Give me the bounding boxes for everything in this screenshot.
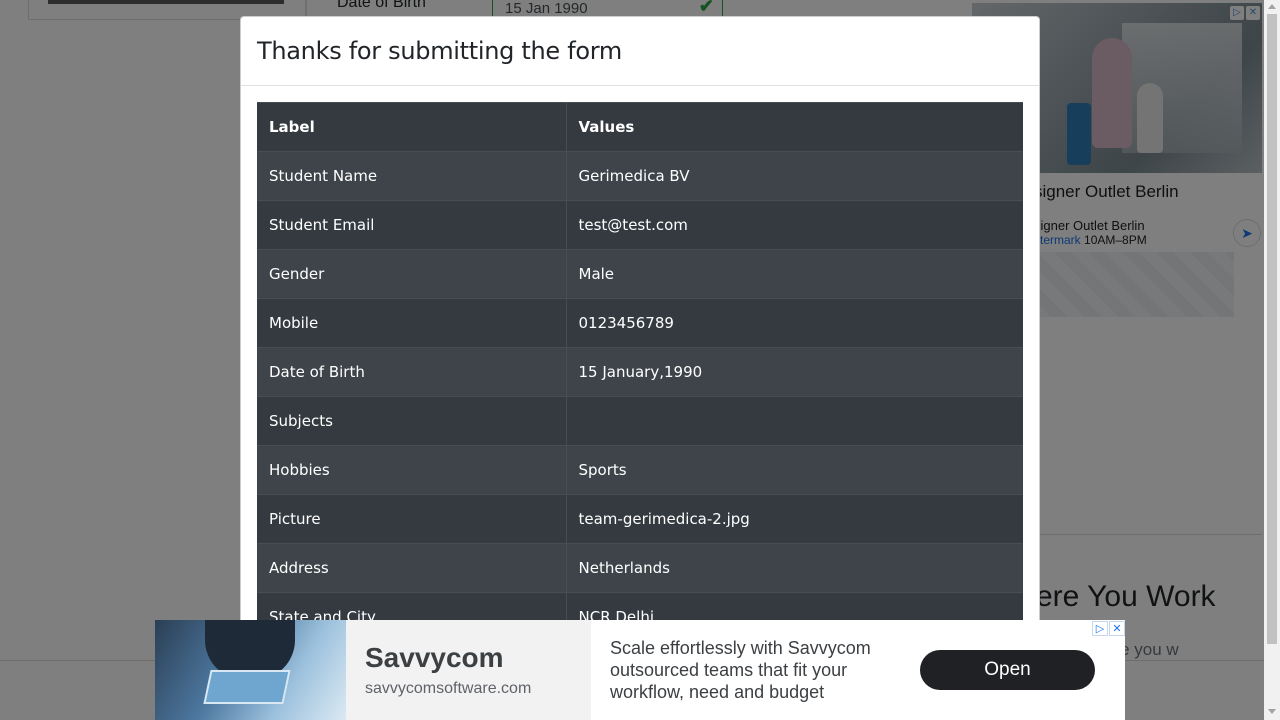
scroll-down-icon[interactable] (1268, 709, 1276, 714)
table-row: Subjects (257, 396, 1023, 446)
table-row: Student Name Gerimedica BV (257, 151, 1023, 201)
results-table: Label Values Student Name Gerimedica BV … (257, 102, 1023, 642)
row-label: Address (257, 543, 567, 593)
row-value: Gerimedica BV (566, 151, 1023, 201)
table-header-row: Label Values (257, 102, 1023, 152)
bottom-ad[interactable]: Savvycom savvycomsoftware.com Scale effo… (155, 620, 1125, 720)
scroll-thumb[interactable] (1267, 14, 1277, 644)
page-scrollbar[interactable] (1264, 0, 1280, 720)
row-label: Picture (257, 494, 567, 544)
row-value: 0123456789 (566, 298, 1023, 348)
ad-brand[interactable]: Savvycom (365, 642, 504, 674)
column-header-label: Label (257, 102, 567, 152)
row-value: Netherlands (566, 543, 1023, 593)
ad-open-button[interactable]: Open (920, 650, 1095, 690)
row-value: Sports (566, 445, 1023, 495)
row-value (566, 396, 1023, 446)
table-row: Date of Birth 15 January,1990 (257, 347, 1023, 397)
ad-choices-bottom[interactable]: ▷ ✕ (1092, 621, 1125, 636)
ad-image (155, 620, 346, 720)
table-row: Hobbies Sports (257, 445, 1023, 495)
row-value: 15 January,1990 (566, 347, 1023, 397)
column-header-values: Values (566, 102, 1023, 152)
table-row: Address Netherlands (257, 543, 1023, 593)
row-label: Mobile (257, 298, 567, 348)
modal-header: Thanks for submitting the form (241, 17, 1039, 86)
row-label: Student Email (257, 200, 567, 250)
row-value: Male (566, 249, 1023, 299)
tablet-image (203, 670, 291, 704)
row-label: Date of Birth (257, 347, 567, 397)
modal-title: Thanks for submitting the form (257, 37, 622, 65)
row-label: Student Name (257, 151, 567, 201)
row-label: Subjects (257, 396, 567, 446)
modal-body: Label Values Student Name Gerimedica BV … (241, 86, 1039, 658)
scroll-up-icon[interactable] (1268, 4, 1276, 9)
ad-description: Scale effortlessly with Savvycom outsour… (610, 638, 871, 702)
row-label: Hobbies (257, 445, 567, 495)
row-label: Gender (257, 249, 567, 299)
ad-domain[interactable]: savvycomsoftware.com (365, 680, 531, 698)
row-value: team-gerimedica-2.jpg (566, 494, 1023, 544)
adchoices-icon[interactable]: ▷ (1092, 621, 1108, 636)
submission-modal: Thanks for submitting the form Label Val… (240, 16, 1040, 720)
row-value: test@test.com (566, 200, 1023, 250)
table-row: Gender Male (257, 249, 1023, 299)
table-row: Student Email test@test.com (257, 200, 1023, 250)
table-row: Mobile 0123456789 (257, 298, 1023, 348)
close-icon[interactable]: ✕ (1109, 621, 1125, 636)
table-row: Picture team-gerimedica-2.jpg (257, 494, 1023, 544)
